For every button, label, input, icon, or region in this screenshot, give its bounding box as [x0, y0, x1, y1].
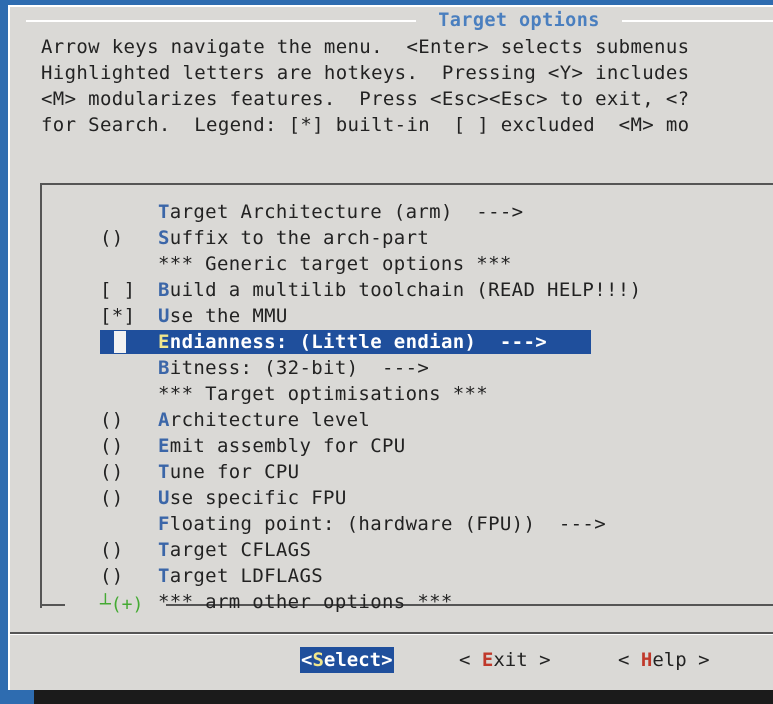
help-line: Arrow keys navigate the menu. <Enter> se… [41, 36, 690, 58]
menu-item-prefix: () [100, 461, 124, 483]
menu-item-label: Target Architecture (arm) ---> [158, 199, 523, 225]
help-hotkey: H [640, 649, 653, 671]
menu-item-label: Use the MMU [158, 303, 288, 329]
menu-item[interactable]: *** Target optimisations *** [100, 381, 773, 407]
menu-item-hotkey: T [158, 539, 170, 561]
select-rest: elect> [323, 649, 393, 671]
menu-item[interactable]: *** Generic target options *** [100, 251, 773, 277]
cursor-block [114, 331, 126, 353]
menu-item-text: une for CPU [169, 461, 300, 483]
menu-item-hotkey: A [158, 409, 170, 431]
menu-item-text: *** Target optimisations *** [158, 383, 489, 405]
menu-item-text: arget LDFLAGS [169, 565, 324, 587]
menu-item-prefix: [*] [100, 305, 136, 327]
menu-item-hotkey: E [158, 331, 170, 353]
menu-item[interactable]: () Emit assembly for CPU [100, 433, 773, 459]
select-button[interactable]: <Select> [300, 647, 394, 673]
menu-item-hotkey: T [158, 201, 170, 223]
menu-item[interactable]: [*] Use the MMU [100, 303, 773, 329]
menu-item-hotkey: E [158, 435, 170, 457]
menu-item-text: uild a multilib toolchain (READ HELP!!!) [169, 279, 642, 301]
menu-item-text: se specific FPU [169, 487, 347, 509]
menu-item-text: rchitecture level [169, 409, 371, 431]
menu-item[interactable]: () Tune for CPU [100, 459, 773, 485]
exit-hotkey: E [481, 649, 494, 671]
menu-box-bottom-rule [40, 604, 65, 606]
exit-button[interactable]: < Exit > [459, 647, 551, 673]
dialog-title: Target options [438, 10, 600, 31]
select-open: < [301, 649, 313, 671]
help-line: <M> modularizes features. Press <Esc><Es… [41, 88, 690, 110]
menu-item[interactable]: () Architecture level [100, 407, 773, 433]
menu-item-prefix: () [100, 227, 124, 249]
exit-open: < [459, 649, 482, 671]
menu-item-prefix: () [100, 487, 124, 509]
menu-item-label: Architecture level [158, 407, 370, 433]
menu-item-hotkey: T [158, 565, 170, 587]
menu-item-prefix: () [100, 435, 124, 457]
menu-item-prefix: () [100, 409, 124, 431]
menu-item-label: Tune for CPU [158, 459, 299, 485]
menu-item-hotkey: U [158, 487, 170, 509]
menu-item[interactable]: () Target CFLAGS [100, 537, 773, 563]
menu-item-hotkey: T [158, 461, 170, 483]
menu-item-label: Bitness: (32-bit) ---> [158, 355, 429, 381]
select-hotkey: S [312, 649, 324, 671]
menu-item[interactable]: Bitness: (32-bit) ---> [100, 355, 773, 381]
button-bar: <Select> < Exit > < Help > [0, 647, 773, 673]
menu-item-text: mit assembly for CPU [169, 435, 406, 457]
help-rest: elp > [652, 649, 710, 671]
menu-item-text: arget CFLAGS [169, 539, 312, 561]
menu-item-hotkey: B [158, 357, 170, 379]
menu-item-text: arget Architecture (arm) ---> [169, 201, 524, 223]
menu-item-text: loating point: (hardware (FPU)) ---> [169, 513, 606, 535]
menu-item-selected[interactable]: Endianness: (Little endian) ---> [100, 329, 773, 355]
menu-item[interactable]: [ ] Build a multilib toolchain (READ HELP… [100, 277, 773, 303]
menu-item[interactable]: () Target LDFLAGS [100, 563, 773, 589]
menu-item[interactable]: Target Architecture (arm) ---> [100, 199, 773, 225]
title-rule-right [622, 20, 773, 22]
menu-item-text: *** Generic target options *** [158, 253, 512, 275]
menu-item-prefix: () [100, 565, 124, 587]
menu-item[interactable]: Floating point: (hardware (FPU)) ---> [100, 511, 773, 537]
help-line: for Search. Legend: [*] built-in [ ] exc… [41, 114, 690, 136]
menu-item-label: Use specific FPU [158, 485, 347, 511]
menu-item[interactable]: *** arm other options *** [100, 589, 773, 615]
screen-background [0, 5, 8, 704]
dialog-shadow [34, 688, 773, 704]
menu-item-text: se the MMU [169, 305, 288, 327]
menu-item[interactable]: () Suffix to the arch-part [100, 225, 773, 251]
help-line: Highlighted letters are hotkeys. Pressin… [41, 62, 690, 84]
more-items-indicator: ┴(+) [100, 594, 144, 615]
menu-item-hotkey: U [158, 305, 170, 327]
menu-item-text: *** arm other options *** [158, 591, 453, 613]
menu-item-hotkey: B [158, 279, 170, 301]
menu-item-prefix: [ ] [100, 279, 136, 301]
menu-item-label: *** arm other options *** [158, 589, 453, 615]
help-button[interactable]: < Help > [618, 647, 710, 673]
menu-item-hotkey: F [158, 513, 170, 535]
menu-item-label: Emit assembly for CPU [158, 433, 406, 459]
title-rule-left [26, 20, 416, 22]
menu-list: Target Architecture (arm) ---> () Suffix t… [100, 199, 773, 615]
menu-item-text: ndianness: (Little endian) ---> [169, 331, 548, 353]
menu-item-label: *** Target optimisations *** [158, 381, 488, 407]
help-text: Arrow keys navigate the menu. <Enter> se… [41, 34, 773, 138]
menu-item-label: Target LDFLAGS [158, 563, 323, 589]
menu-item-label: *** Generic target options *** [158, 251, 512, 277]
menu-item-label: Endianness: (Little endian) ---> [158, 329, 547, 355]
menu-item[interactable]: () Use specific FPU [100, 485, 773, 511]
menu-item-label: Target CFLAGS [158, 537, 311, 563]
menu-item-text: itness: (32-bit) ---> [169, 357, 430, 379]
menu-item-label: Suffix to the arch-part [158, 225, 429, 251]
help-open: < [618, 649, 641, 671]
menu-item-text: uffix to the arch-part [169, 227, 430, 249]
menu-item-label: Floating point: (hardware (FPU)) ---> [158, 511, 606, 537]
menu-item-prefix: () [100, 539, 124, 561]
menu-item-hotkey: S [158, 227, 170, 249]
menu-item-label: Build a multilib toolchain (READ HELP!!!… [158, 277, 641, 303]
exit-rest: xit > [493, 649, 551, 671]
button-separator-highlight [10, 634, 773, 635]
